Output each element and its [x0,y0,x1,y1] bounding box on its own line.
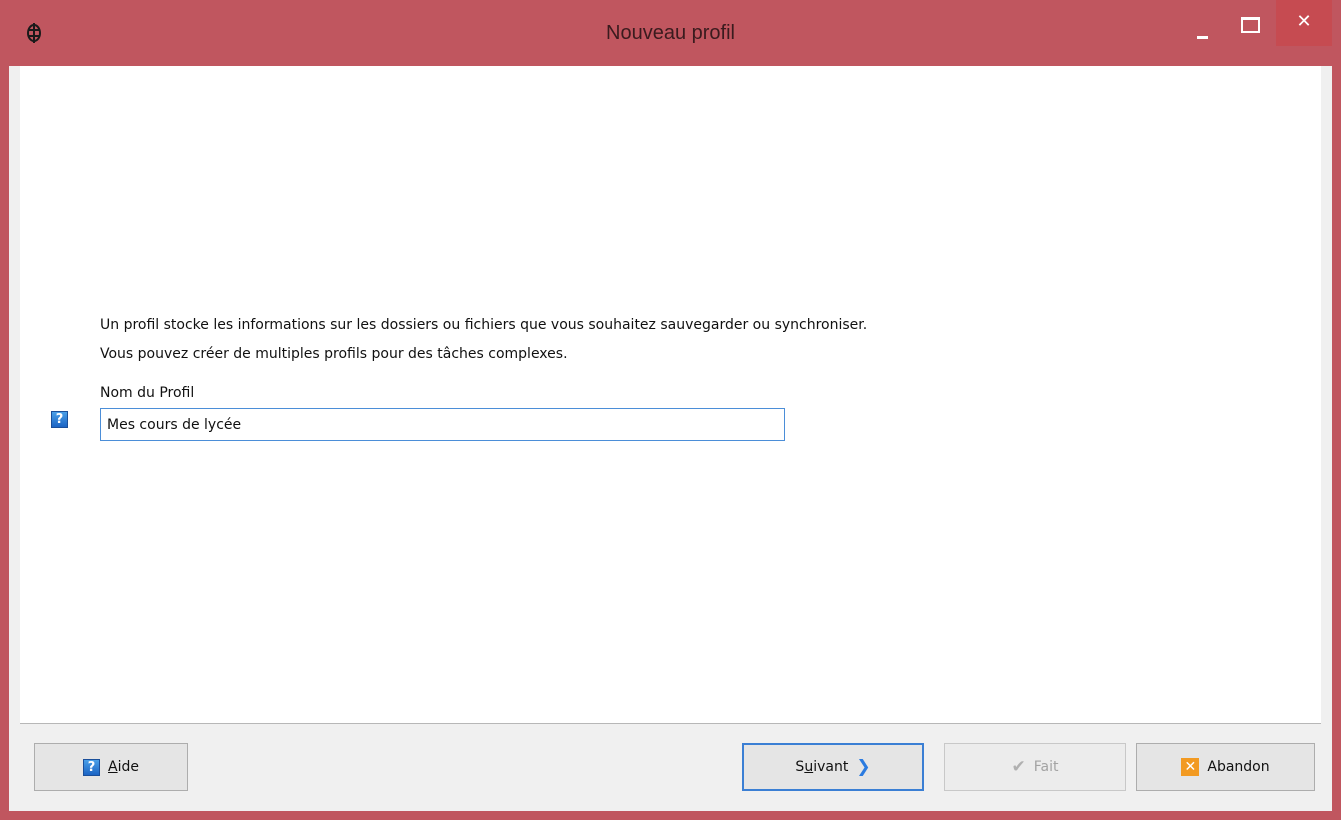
title-bar[interactable]: Nouveau profil ✕ [0,0,1341,66]
done-button-label: Fait [1033,759,1059,775]
next-button-label: Suivant [795,759,849,775]
checkmark-icon: ✔ [1011,757,1026,777]
window-title: Nouveau profil [606,22,735,44]
maximize-button[interactable] [1228,0,1270,46]
abort-button-label: Abandon [1207,759,1270,775]
profile-wizard-window: Nouveau profil ✕ Un profil stocke les in… [0,0,1341,820]
help-icon[interactable]: ? [51,411,68,428]
description-line-1: Un profil stocke les informations sur le… [100,317,868,333]
close-icon: ✕ [1296,11,1312,32]
help-icon: ? [83,758,101,776]
description-line-2: Vous pouvez créer de multiples profils p… [100,346,568,362]
profile-name-label: Nom du Profil [100,385,195,401]
help-button[interactable]: ? Aide [34,743,188,791]
close-box-icon: ✕ [1181,758,1200,776]
chevron-right-icon: ❯ [856,757,871,777]
profile-name-input[interactable] [100,408,785,441]
wizard-content-panel: Un profil stocke les informations sur le… [20,66,1321,724]
close-button[interactable]: ✕ [1276,0,1332,46]
minimize-button[interactable] [1182,0,1224,46]
abort-button[interactable]: ✕ Abandon [1136,743,1315,791]
client-area: Un profil stocke les informations sur le… [9,66,1332,811]
next-button[interactable]: Suivant ❯ [742,743,924,791]
help-button-label: Aide [108,759,139,775]
done-button[interactable]: ✔ Fait [944,743,1126,791]
